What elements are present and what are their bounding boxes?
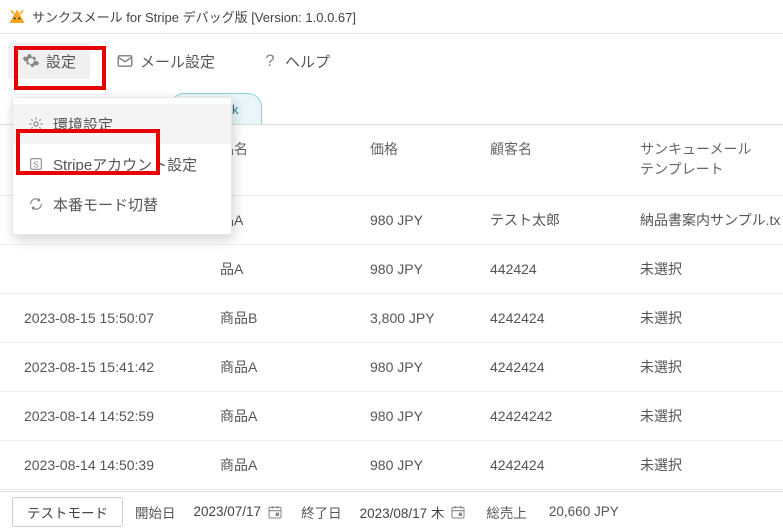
env-settings-item[interactable]: 環境設定 <box>13 104 231 144</box>
table-row[interactable]: 品A980 JPY442424未選択 <box>0 245 783 294</box>
mail-icon <box>116 52 134 70</box>
mode-badge[interactable]: テストモード <box>12 497 123 527</box>
production-toggle-label: 本番モード切替 <box>53 194 158 215</box>
cell-date: 2023-08-14 14:52:59 <box>0 392 210 441</box>
cell-date <box>0 245 210 294</box>
col-price-header[interactable]: 価格 <box>360 125 480 196</box>
col-customer-header[interactable]: 顧客名 <box>480 125 630 196</box>
cell-date: 2023-08-15 15:50:07 <box>0 294 210 343</box>
gear-icon <box>27 115 45 133</box>
gear-icon <box>22 52 40 70</box>
main-toolbar: 設定 メール設定 ? ヘルプ <box>0 34 783 88</box>
cell-price: 980 JPY <box>360 196 480 245</box>
app-icon <box>8 8 26 26</box>
start-date-input[interactable]: 2023/07/17 <box>194 504 262 519</box>
cell-customer: 4242424 <box>480 441 630 490</box>
settings-button[interactable]: 設定 <box>8 43 90 79</box>
cell-product: 品A <box>210 196 360 245</box>
env-settings-label: 環境設定 <box>53 114 113 135</box>
total-label: 総売上 <box>486 502 527 522</box>
help-button[interactable]: ? ヘルプ <box>247 43 344 79</box>
cell-date: 2023-08-14 14:50:39 <box>0 441 210 490</box>
settings-dropdown: 環境設定 S Stripeアカウント設定 本番モード切替 <box>12 97 232 235</box>
cell-customer: 442424 <box>480 245 630 294</box>
cell-price: 980 JPY <box>360 245 480 294</box>
cell-customer: 42424242 <box>480 392 630 441</box>
cell-product: 商品B <box>210 294 360 343</box>
cell-price: 980 JPY <box>360 392 480 441</box>
cell-date: 2023-08-15 15:41:42 <box>0 343 210 392</box>
end-date-label: 終了日 <box>301 502 342 522</box>
production-toggle-item[interactable]: 本番モード切替 <box>13 184 231 224</box>
stripe-account-label: Stripeアカウント設定 <box>53 154 197 175</box>
cell-customer: テスト太郎 <box>480 196 630 245</box>
content-area: 環境設定 S Stripeアカウント設定 本番モード切替 品名 価格 顧客名 サ… <box>0 124 783 531</box>
table-row[interactable]: 2023-08-15 15:41:42商品A980 JPY4242424未選択 <box>0 343 783 392</box>
cell-template: 納品書案内サンプル.tx <box>630 196 783 245</box>
calendar-icon[interactable] <box>267 504 283 520</box>
cell-price: 3,800 JPY <box>360 294 480 343</box>
start-date-label: 開始日 <box>135 502 176 522</box>
cell-template: 未選択 <box>630 245 783 294</box>
help-label: ヘルプ <box>285 51 330 72</box>
calendar-icon[interactable] <box>450 504 466 520</box>
cell-price: 980 JPY <box>360 343 480 392</box>
total-value: 20,660 JPY <box>549 504 619 519</box>
cell-template: 未選択 <box>630 441 783 490</box>
table-row[interactable]: 2023-08-15 15:50:07商品B3,800 JPY4242424未選… <box>0 294 783 343</box>
mail-settings-button[interactable]: メール設定 <box>102 43 229 79</box>
table-row[interactable]: 2023-08-14 14:52:59商品A980 JPY42424242未選択 <box>0 392 783 441</box>
col-product-header[interactable]: 品名 <box>210 125 360 196</box>
stripe-icon: S <box>27 155 45 173</box>
cell-template: 未選択 <box>630 392 783 441</box>
refresh-icon <box>27 195 45 213</box>
title-bar: サンクスメール for Stripe デバッグ版 [Version: 1.0.0… <box>0 0 783 34</box>
cell-product: 商品A <box>210 441 360 490</box>
help-icon: ? <box>261 52 279 70</box>
table-row[interactable]: 2023-08-14 14:50:39商品A980 JPY4242424未選択 <box>0 441 783 490</box>
end-date-input[interactable]: 2023/08/17 木 <box>360 502 445 522</box>
cell-customer: 4242424 <box>480 343 630 392</box>
window-title: サンクスメール for Stripe デバッグ版 [Version: 1.0.0… <box>32 7 356 26</box>
cell-price: 980 JPY <box>360 441 480 490</box>
cell-customer: 4242424 <box>480 294 630 343</box>
svg-text:S: S <box>33 160 38 169</box>
status-bar: テストモード 開始日 2023/07/17 終了日 2023/08/17 木 総… <box>0 491 783 531</box>
cell-product: 商品A <box>210 343 360 392</box>
cell-product: 品A <box>210 245 360 294</box>
cell-template: 未選択 <box>630 343 783 392</box>
template-header-line2: テンプレート <box>640 161 724 177</box>
col-template-header[interactable]: サンキューメール テンプレート <box>630 125 783 196</box>
cell-product: 商品A <box>210 392 360 441</box>
cell-template: 未選択 <box>630 294 783 343</box>
stripe-account-item[interactable]: S Stripeアカウント設定 <box>13 144 231 184</box>
mail-settings-label: メール設定 <box>140 51 215 72</box>
settings-label: 設定 <box>46 51 76 72</box>
template-header-line1: サンキューメール <box>640 141 751 157</box>
